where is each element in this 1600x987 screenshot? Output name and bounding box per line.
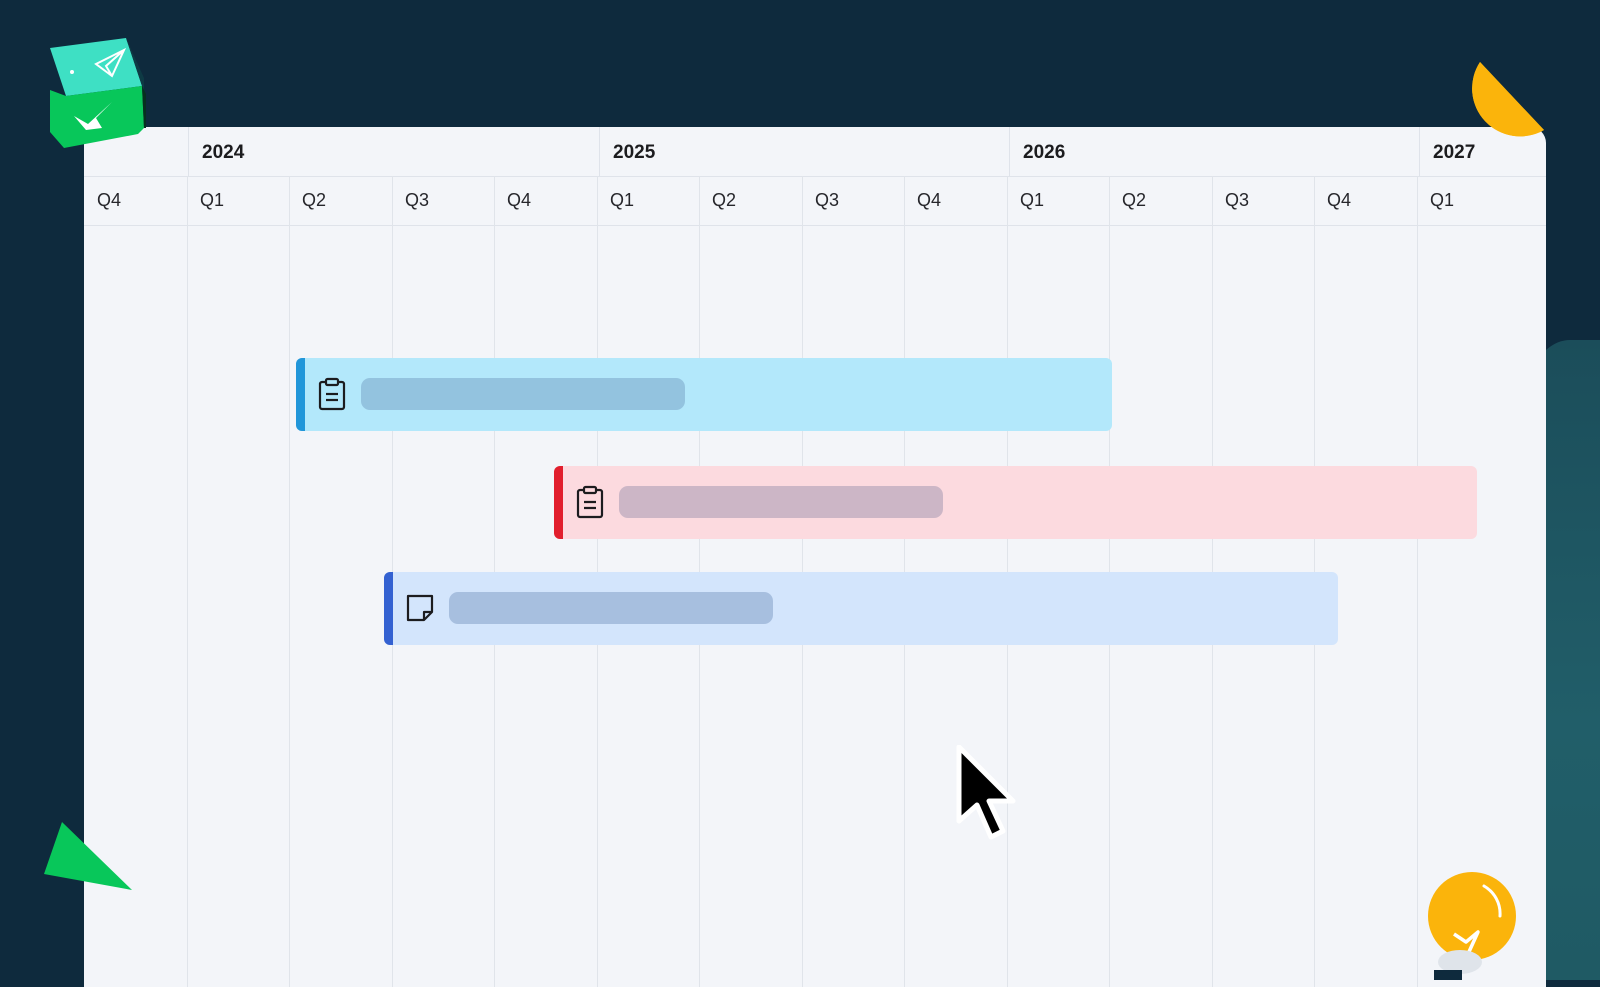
quarter-label: Q2	[302, 190, 327, 210]
task-title-placeholder	[361, 378, 685, 410]
task-title-placeholder	[619, 486, 943, 518]
quarter-label: Q1	[1430, 190, 1455, 210]
yellow-quarter-circle	[1472, 62, 1544, 137]
timeline-board: 2024 2025 2026 2027 Q4 Q1 Q2 Q3 Q4 Q1 Q2…	[84, 127, 1546, 987]
task-bar-accent	[554, 466, 563, 539]
quarter-label: Q2	[712, 190, 737, 210]
year-divider	[188, 127, 189, 176]
task-title-placeholder	[449, 592, 773, 624]
task-bar[interactable]	[296, 358, 1112, 431]
task-bar-accent	[296, 358, 305, 431]
quarter-gridline	[1417, 176, 1418, 987]
quarter-gridline	[289, 176, 290, 987]
year-divider	[1009, 127, 1010, 176]
year-divider	[1419, 127, 1420, 176]
quarter-label: Q1	[610, 190, 635, 210]
paper-plane-cube-icon	[50, 38, 146, 148]
lightbulb-icon	[1428, 872, 1516, 980]
year-divider	[599, 127, 600, 176]
year-label: 2025	[613, 142, 656, 163]
mouse-cursor-icon	[956, 745, 1016, 840]
quarter-header-row: Q4 Q1 Q2 Q3 Q4 Q1 Q2 Q3 Q4 Q1 Q2 Q3 Q4 Q…	[84, 176, 1546, 226]
quarter-label: Q1	[1020, 190, 1045, 210]
quarter-label: Q1	[200, 190, 225, 210]
task-bar[interactable]	[554, 466, 1477, 539]
clipboard-icon	[574, 484, 606, 520]
quarter-label: Q4	[917, 190, 942, 210]
quarter-label: Q3	[1225, 190, 1250, 210]
quarter-label: Q4	[97, 190, 122, 210]
year-label: 2026	[1023, 142, 1066, 163]
year-header-row: 2024 2025 2026 2027	[84, 127, 1546, 177]
quarter-label: Q3	[405, 190, 430, 210]
quarter-label: Q4	[507, 190, 532, 210]
quarter-label: Q4	[1327, 190, 1352, 210]
quarter-label: Q2	[1122, 190, 1147, 210]
quarter-gridline	[187, 176, 188, 987]
year-label: 2024	[202, 142, 245, 163]
clipboard-icon	[316, 376, 348, 412]
task-bar[interactable]	[384, 572, 1338, 645]
green-triangle	[44, 822, 132, 890]
quarter-label: Q3	[815, 190, 840, 210]
task-bar-accent	[384, 572, 393, 645]
sticky-note-icon	[404, 590, 436, 626]
